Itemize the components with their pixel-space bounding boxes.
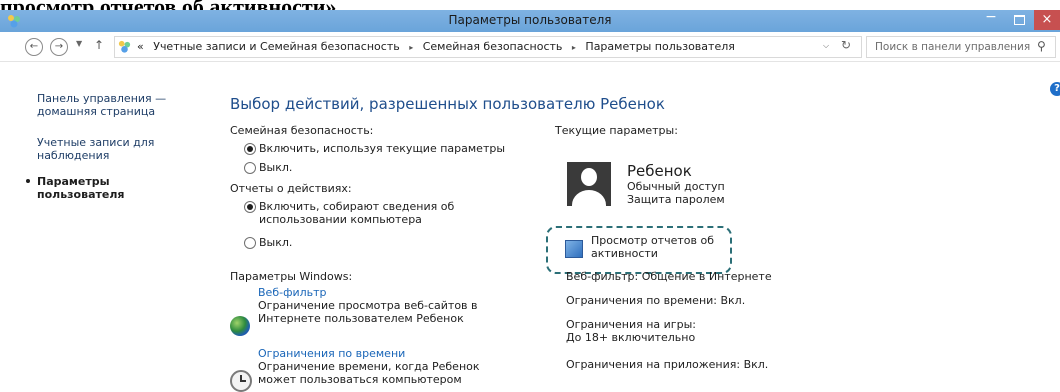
user-name: Ребенок — [627, 162, 692, 180]
avatar-head-icon — [581, 168, 597, 186]
globe-icon — [230, 316, 250, 336]
current-settings-label: Текущие параметры: — [555, 124, 678, 137]
up-arrow-icon: ↑ — [94, 38, 105, 52]
time-limits-description: Ограничение времени, когда Ребенок может… — [258, 360, 480, 386]
family-safety-off-radio[interactable] — [244, 162, 256, 174]
forward-arrow-icon: → — [54, 41, 64, 52]
minimize-button[interactable]: − — [978, 10, 1004, 30]
maximize-button[interactable] — [1006, 10, 1032, 30]
view-activity-reports-link[interactable]: Просмотр отчетов об активности — [591, 234, 721, 260]
address-toolbar: ← → ▼ ↑ « Учетные записи и Семейная безо… — [0, 32, 1060, 62]
user-access-type: Обычный доступ — [627, 180, 725, 193]
title-bar[interactable]: Параметры пользователя − × — [0, 10, 1060, 32]
time-limits-status: Ограничения по времени: Вкл. — [566, 294, 746, 307]
address-field[interactable]: « Учетные записи и Семейная безопасность… — [114, 36, 862, 58]
report-book-icon — [565, 240, 583, 258]
clock-icon — [230, 370, 252, 392]
family-safety-off-label[interactable]: Выкл. — [259, 161, 292, 174]
sidebar-item-monitored-accounts[interactable]: Учетные записи для наблюдения — [37, 136, 187, 162]
breadcrumb-overflow[interactable]: « — [137, 40, 144, 53]
user-password-status: Защита паролем — [627, 193, 725, 206]
breadcrumb-user-settings[interactable]: Параметры пользователя — [585, 40, 734, 53]
close-button[interactable]: × — [1034, 10, 1060, 30]
activity-reports-off-radio[interactable] — [244, 237, 256, 249]
control-panel-icon — [118, 40, 131, 53]
back-arrow-icon: ← — [29, 41, 39, 52]
breadcrumb-separator-icon[interactable]: ▸ — [572, 43, 576, 52]
app-limits-status: Ограничения на приложения: Вкл. — [566, 358, 769, 371]
breadcrumb-family-safety[interactable]: Семейная безопасность — [423, 40, 563, 53]
family-safety-label: Семейная безопасность: — [230, 124, 374, 137]
game-limits-value: До 18+ включительно — [566, 331, 696, 344]
sidebar-item-control-panel-home[interactable]: Панель управления — домашняя страница — [37, 92, 187, 118]
game-limits-label: Ограничения на игры: — [566, 318, 696, 331]
minimize-icon: − — [985, 9, 997, 25]
forward-button[interactable]: → — [50, 38, 68, 56]
search-input[interactable]: Поиск в панели управления ⚲ — [866, 36, 1056, 58]
family-safety-on-label[interactable]: Включить, используя текущие параметры — [259, 142, 505, 155]
window-title: Параметры пользователя — [448, 13, 612, 27]
page-title: Выбор действий, разрешенных пользователю… — [230, 95, 665, 113]
avatar — [567, 162, 611, 206]
breadcrumb-separator-icon[interactable]: ▸ — [409, 43, 413, 52]
activity-reports-on-label[interactable]: Включить, собирают сведения об использов… — [259, 200, 539, 226]
control-panel-window: Параметры пользователя − × ← → ▼ ↑ « Уче… — [0, 10, 1060, 392]
breadcrumb: « Учетные записи и Семейная безопасность… — [137, 40, 741, 53]
address-dropdown-icon[interactable]: ⌵ — [823, 41, 829, 51]
recent-locations-dropdown[interactable]: ▼ — [76, 39, 82, 48]
help-icon[interactable]: ? — [1050, 82, 1060, 96]
activity-reports-label: Отчеты о действиях: — [230, 182, 352, 195]
activity-reports-off-label[interactable]: Выкл. — [259, 236, 292, 249]
web-filter-link[interactable]: Веб-фильтр — [258, 286, 327, 299]
search-placeholder: Поиск в панели управления — [875, 41, 1031, 53]
up-button[interactable]: ↑ — [94, 38, 104, 52]
avatar-body-icon — [572, 190, 606, 206]
sidebar-item-user-settings: Параметры пользователя — [37, 175, 125, 201]
back-button[interactable]: ← — [25, 38, 43, 56]
web-filter-status: Веб-фильтр: Общение в Интернете — [566, 270, 772, 283]
breadcrumb-accounts[interactable]: Учетные записи и Семейная безопасность — [153, 40, 399, 53]
maximize-icon — [1014, 15, 1025, 25]
active-item-bullet-icon — [26, 179, 30, 183]
family-safety-on-radio[interactable] — [244, 143, 256, 155]
close-icon: × — [1041, 12, 1053, 27]
time-limits-link[interactable]: Ограничения по времени — [258, 347, 405, 360]
search-icon[interactable]: ⚲ — [1037, 39, 1046, 53]
activity-reports-on-radio[interactable] — [244, 201, 256, 213]
refresh-icon[interactable]: ↻ — [841, 38, 851, 52]
web-filter-description: Ограничение просмотра веб-сайтов в Интер… — [258, 299, 478, 325]
windows-settings-label: Параметры Windows: — [230, 270, 353, 283]
